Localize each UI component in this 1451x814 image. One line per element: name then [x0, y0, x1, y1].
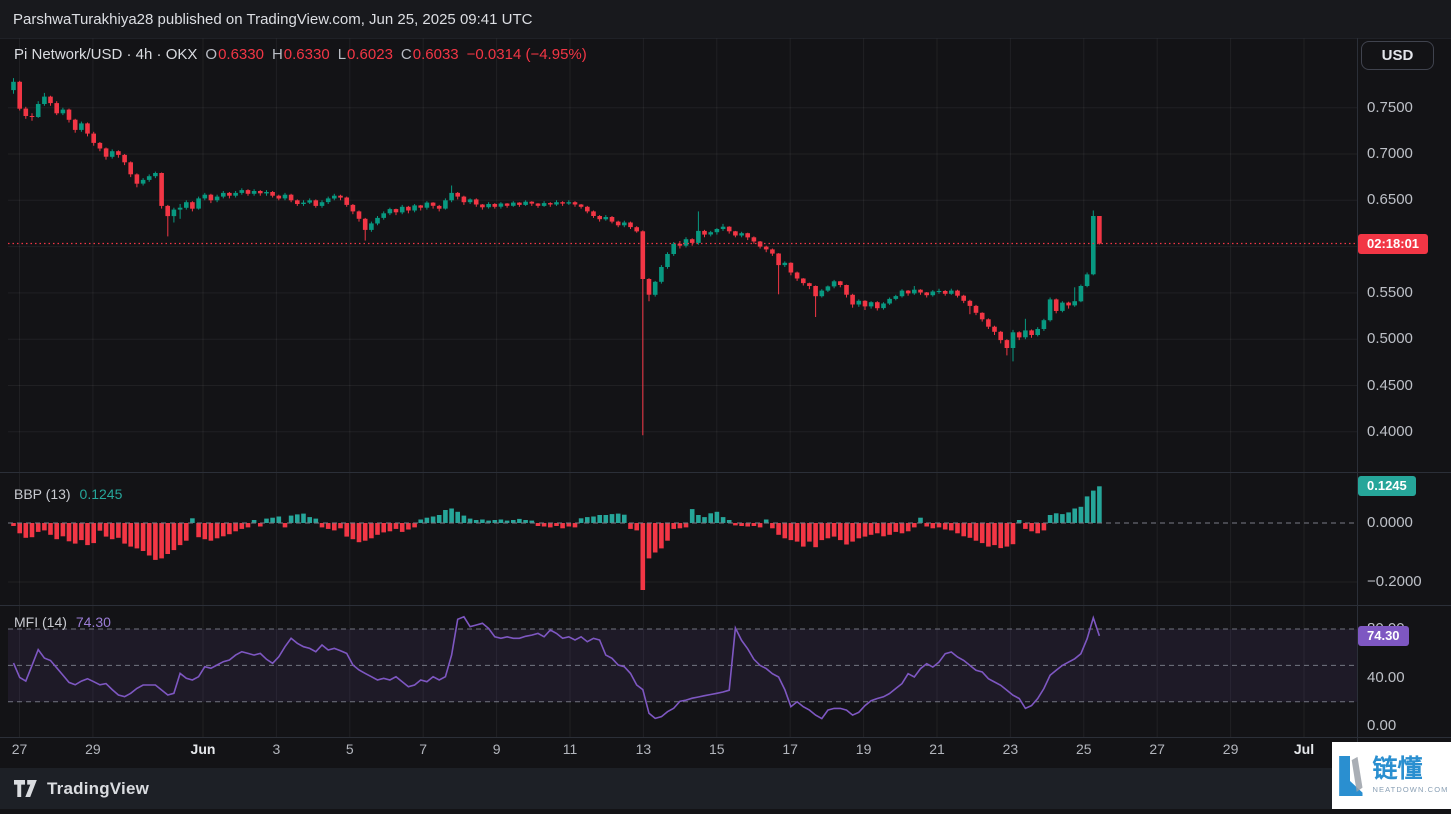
time-axis-label: 17	[782, 741, 798, 757]
mfi-value-chip: 74.30	[1358, 625, 1409, 646]
watermark-site-text: NEATDOWN.COM	[1372, 785, 1449, 794]
symbol-title: Pi Network/USD · 4h · OKX	[14, 46, 198, 63]
neatdown-l-logo-icon	[1338, 755, 1362, 796]
publish-text: ParshwaTurakhiya28 published on TradingV…	[13, 10, 533, 28]
tradingview-brand[interactable]: TradingView	[47, 779, 149, 799]
time-axis-label: 27	[11, 741, 28, 757]
time-axis-label: 9	[492, 741, 501, 757]
time-axis-label: 7	[419, 741, 428, 757]
bbp-axis-label: −0.2000	[1367, 573, 1422, 590]
bbp-legend[interactable]: BBP (13) 0.1245	[14, 486, 122, 502]
time-axis-label: 29	[1222, 741, 1239, 757]
publish-bar: ParshwaTurakhiya28 published on TradingV…	[0, 0, 1451, 38]
time-axis-label: 3	[272, 741, 281, 757]
price-axis-label: 0.7500	[1367, 98, 1413, 116]
time-axis-label: 29	[85, 741, 101, 757]
price-axis-label: 0.4500	[1367, 376, 1413, 394]
bbp-value-chip: 0.1245	[1358, 476, 1416, 497]
time-axis-label: 27	[1149, 741, 1165, 757]
time-axis-label: 15	[709, 741, 725, 757]
mfi-axis-label: 0.00	[1367, 717, 1397, 734]
watermark-card: 链懂 NEATDOWN.COM	[1332, 742, 1451, 809]
close-value: C 0.6033	[400, 46, 459, 63]
mfi-value: 74.30	[75, 614, 111, 630]
countdown-chip: 02:18:01	[1358, 233, 1429, 254]
time-axis-label: 19	[855, 741, 872, 757]
bbp-name: BBP (13)	[14, 486, 71, 502]
change-value: −0.0314 (−4.95%)	[466, 46, 587, 63]
price-axis-label: 0.5500	[1367, 283, 1413, 301]
time-axis-label: 25	[1076, 741, 1092, 757]
price-axis-label: 0.4000	[1367, 422, 1413, 440]
time-axis-label: 13	[635, 741, 652, 757]
time-axis-label: 11	[562, 741, 578, 757]
time-axis-label: Jul	[1293, 741, 1315, 757]
open-value: O 0.6330	[205, 46, 264, 63]
time-axis-label: 23	[1002, 741, 1019, 757]
low-value: L 0.6023	[337, 46, 393, 63]
currency-button[interactable]: USD	[1361, 41, 1434, 70]
price-axis-label: 0.6500	[1367, 191, 1413, 209]
mfi-legend[interactable]: MFI (14) 74.30	[14, 614, 111, 630]
bottom-bar: TradingView	[0, 768, 1451, 809]
chart-canvas[interactable]	[0, 0, 1451, 814]
high-value: H 0.6330	[271, 46, 330, 63]
price-axis-label: 0.5000	[1367, 330, 1413, 348]
time-axis-label: Jun	[190, 741, 216, 757]
price-axis-label: 0.7000	[1367, 145, 1413, 162]
mfi-name: MFI (14)	[14, 614, 67, 630]
mfi-axis-label: 40.00	[1367, 668, 1405, 686]
watermark-cn-text: 链懂	[1372, 755, 1423, 783]
tradingview-logo-icon[interactable]	[13, 779, 38, 798]
bbp-value: 0.1245	[79, 486, 123, 502]
bbp-axis-label: 0.0000	[1367, 514, 1413, 531]
time-axis-label: 5	[345, 741, 354, 757]
time-axis-label: 21	[929, 741, 945, 757]
symbol-legend[interactable]: Pi Network/USD · 4h · OKX O 0.6330 H 0.633…	[14, 46, 587, 63]
